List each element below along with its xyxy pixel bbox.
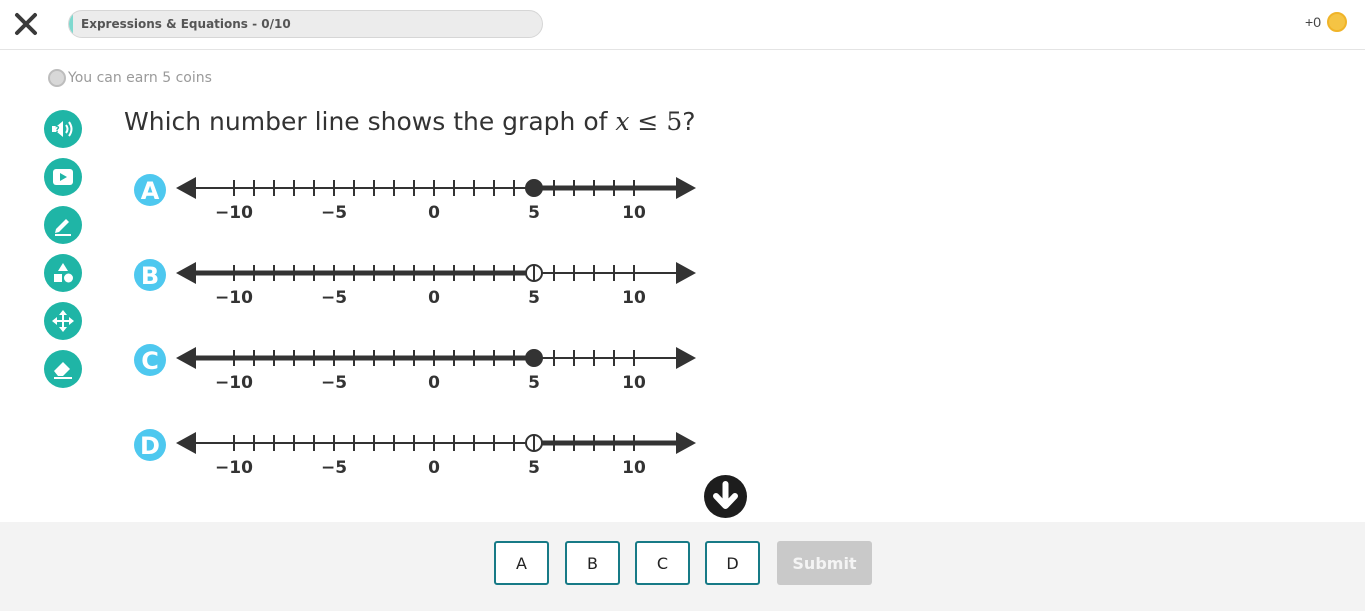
tick-label: −5 — [321, 203, 347, 223]
move-tool-button[interactable] — [44, 302, 82, 340]
question-text: Which number line shows the graph of x ≤… — [124, 107, 696, 136]
number-line-option-a: A −10 −5 0 5 10 — [134, 174, 696, 223]
close-icon[interactable] — [12, 10, 40, 38]
tick-label: −10 — [215, 458, 253, 478]
tick-label: 5 — [528, 458, 540, 478]
answer-footer: A B C D Submit — [0, 522, 1365, 611]
arrow-left-icon — [176, 432, 196, 454]
pencil-tool-button[interactable] — [44, 206, 82, 244]
tick-label: 0 — [428, 458, 440, 478]
top-bar: Expressions & Equations - 0/10 +0 — [0, 0, 1365, 50]
coins-count: +0 — [1305, 14, 1321, 30]
tick-label: 10 — [622, 288, 646, 308]
tick-label: −5 — [321, 288, 347, 308]
earn-coins-notice: You can earn 5 coins — [48, 69, 212, 87]
tick-label: 0 — [428, 203, 440, 223]
pencil-icon — [55, 219, 71, 236]
number-line-option-b: B −10 −5 0 5 10 — [134, 259, 696, 308]
number-line-option-c: C −10 −5 0 5 10 — [134, 344, 696, 393]
answer-button-d[interactable]: D — [705, 541, 760, 585]
arrow-down-icon — [713, 481, 738, 509]
question-number: 5 — [666, 107, 683, 136]
arrow-left-icon — [176, 177, 196, 199]
answer-button-a[interactable]: A — [494, 541, 549, 585]
question-suffix: ? — [682, 107, 696, 136]
question-variable: x — [615, 107, 630, 136]
closed-point — [525, 349, 543, 367]
play-video-icon — [53, 169, 73, 185]
coins-display: +0 — [1305, 12, 1347, 32]
tick-label: 0 — [428, 288, 440, 308]
read-aloud-button[interactable]: ? — [44, 110, 82, 148]
scroll-down-button[interactable] — [704, 475, 747, 518]
tick-label: 5 — [528, 203, 540, 223]
submit-button[interactable]: Submit — [777, 541, 872, 585]
progress-label: Expressions & Equations - 0/10 — [81, 17, 291, 31]
read-aloud-icon: ? — [52, 121, 73, 137]
arrow-right-icon — [676, 262, 696, 284]
shapes-icon — [54, 263, 73, 283]
svg-text:?: ? — [55, 125, 60, 134]
play-video-button[interactable] — [44, 158, 82, 196]
option-letter: C — [141, 347, 159, 375]
question-operator: ≤ — [637, 107, 659, 136]
option-letter: A — [141, 177, 160, 205]
tick-label: 5 — [528, 373, 540, 393]
progress-bar: Expressions & Equations - 0/10 — [68, 10, 543, 38]
eraser-icon — [54, 362, 72, 379]
progress-fill — [69, 11, 73, 37]
number-line-option-d: D −10 −5 0 5 10 — [134, 429, 696, 478]
tick-label: 10 — [622, 203, 646, 223]
tick-label: −5 — [321, 458, 347, 478]
tick-label: 5 — [528, 288, 540, 308]
coin-outline-icon — [48, 69, 66, 87]
tick-label: 10 — [622, 373, 646, 393]
option-letter: B — [141, 262, 159, 290]
coin-icon — [1327, 12, 1347, 32]
question-prefix: Which number line shows the graph of — [124, 107, 616, 136]
closed-point — [525, 179, 543, 197]
earn-coins-text: You can earn 5 coins — [68, 70, 212, 86]
tick-label: 10 — [622, 458, 646, 478]
tool-sidebar: ? — [44, 110, 82, 398]
option-letter: D — [140, 432, 160, 460]
tick-label: −10 — [215, 373, 253, 393]
tick-label: 0 — [428, 373, 440, 393]
tick-label: −5 — [321, 373, 347, 393]
answer-button-b[interactable]: B — [565, 541, 620, 585]
move-icon — [52, 310, 74, 332]
eraser-tool-button[interactable] — [44, 350, 82, 388]
tick-label: −10 — [215, 203, 253, 223]
tick-label: −10 — [215, 288, 253, 308]
answer-button-c[interactable]: C — [635, 541, 690, 585]
arrow-right-icon — [676, 347, 696, 369]
shapes-tool-button[interactable] — [44, 254, 82, 292]
